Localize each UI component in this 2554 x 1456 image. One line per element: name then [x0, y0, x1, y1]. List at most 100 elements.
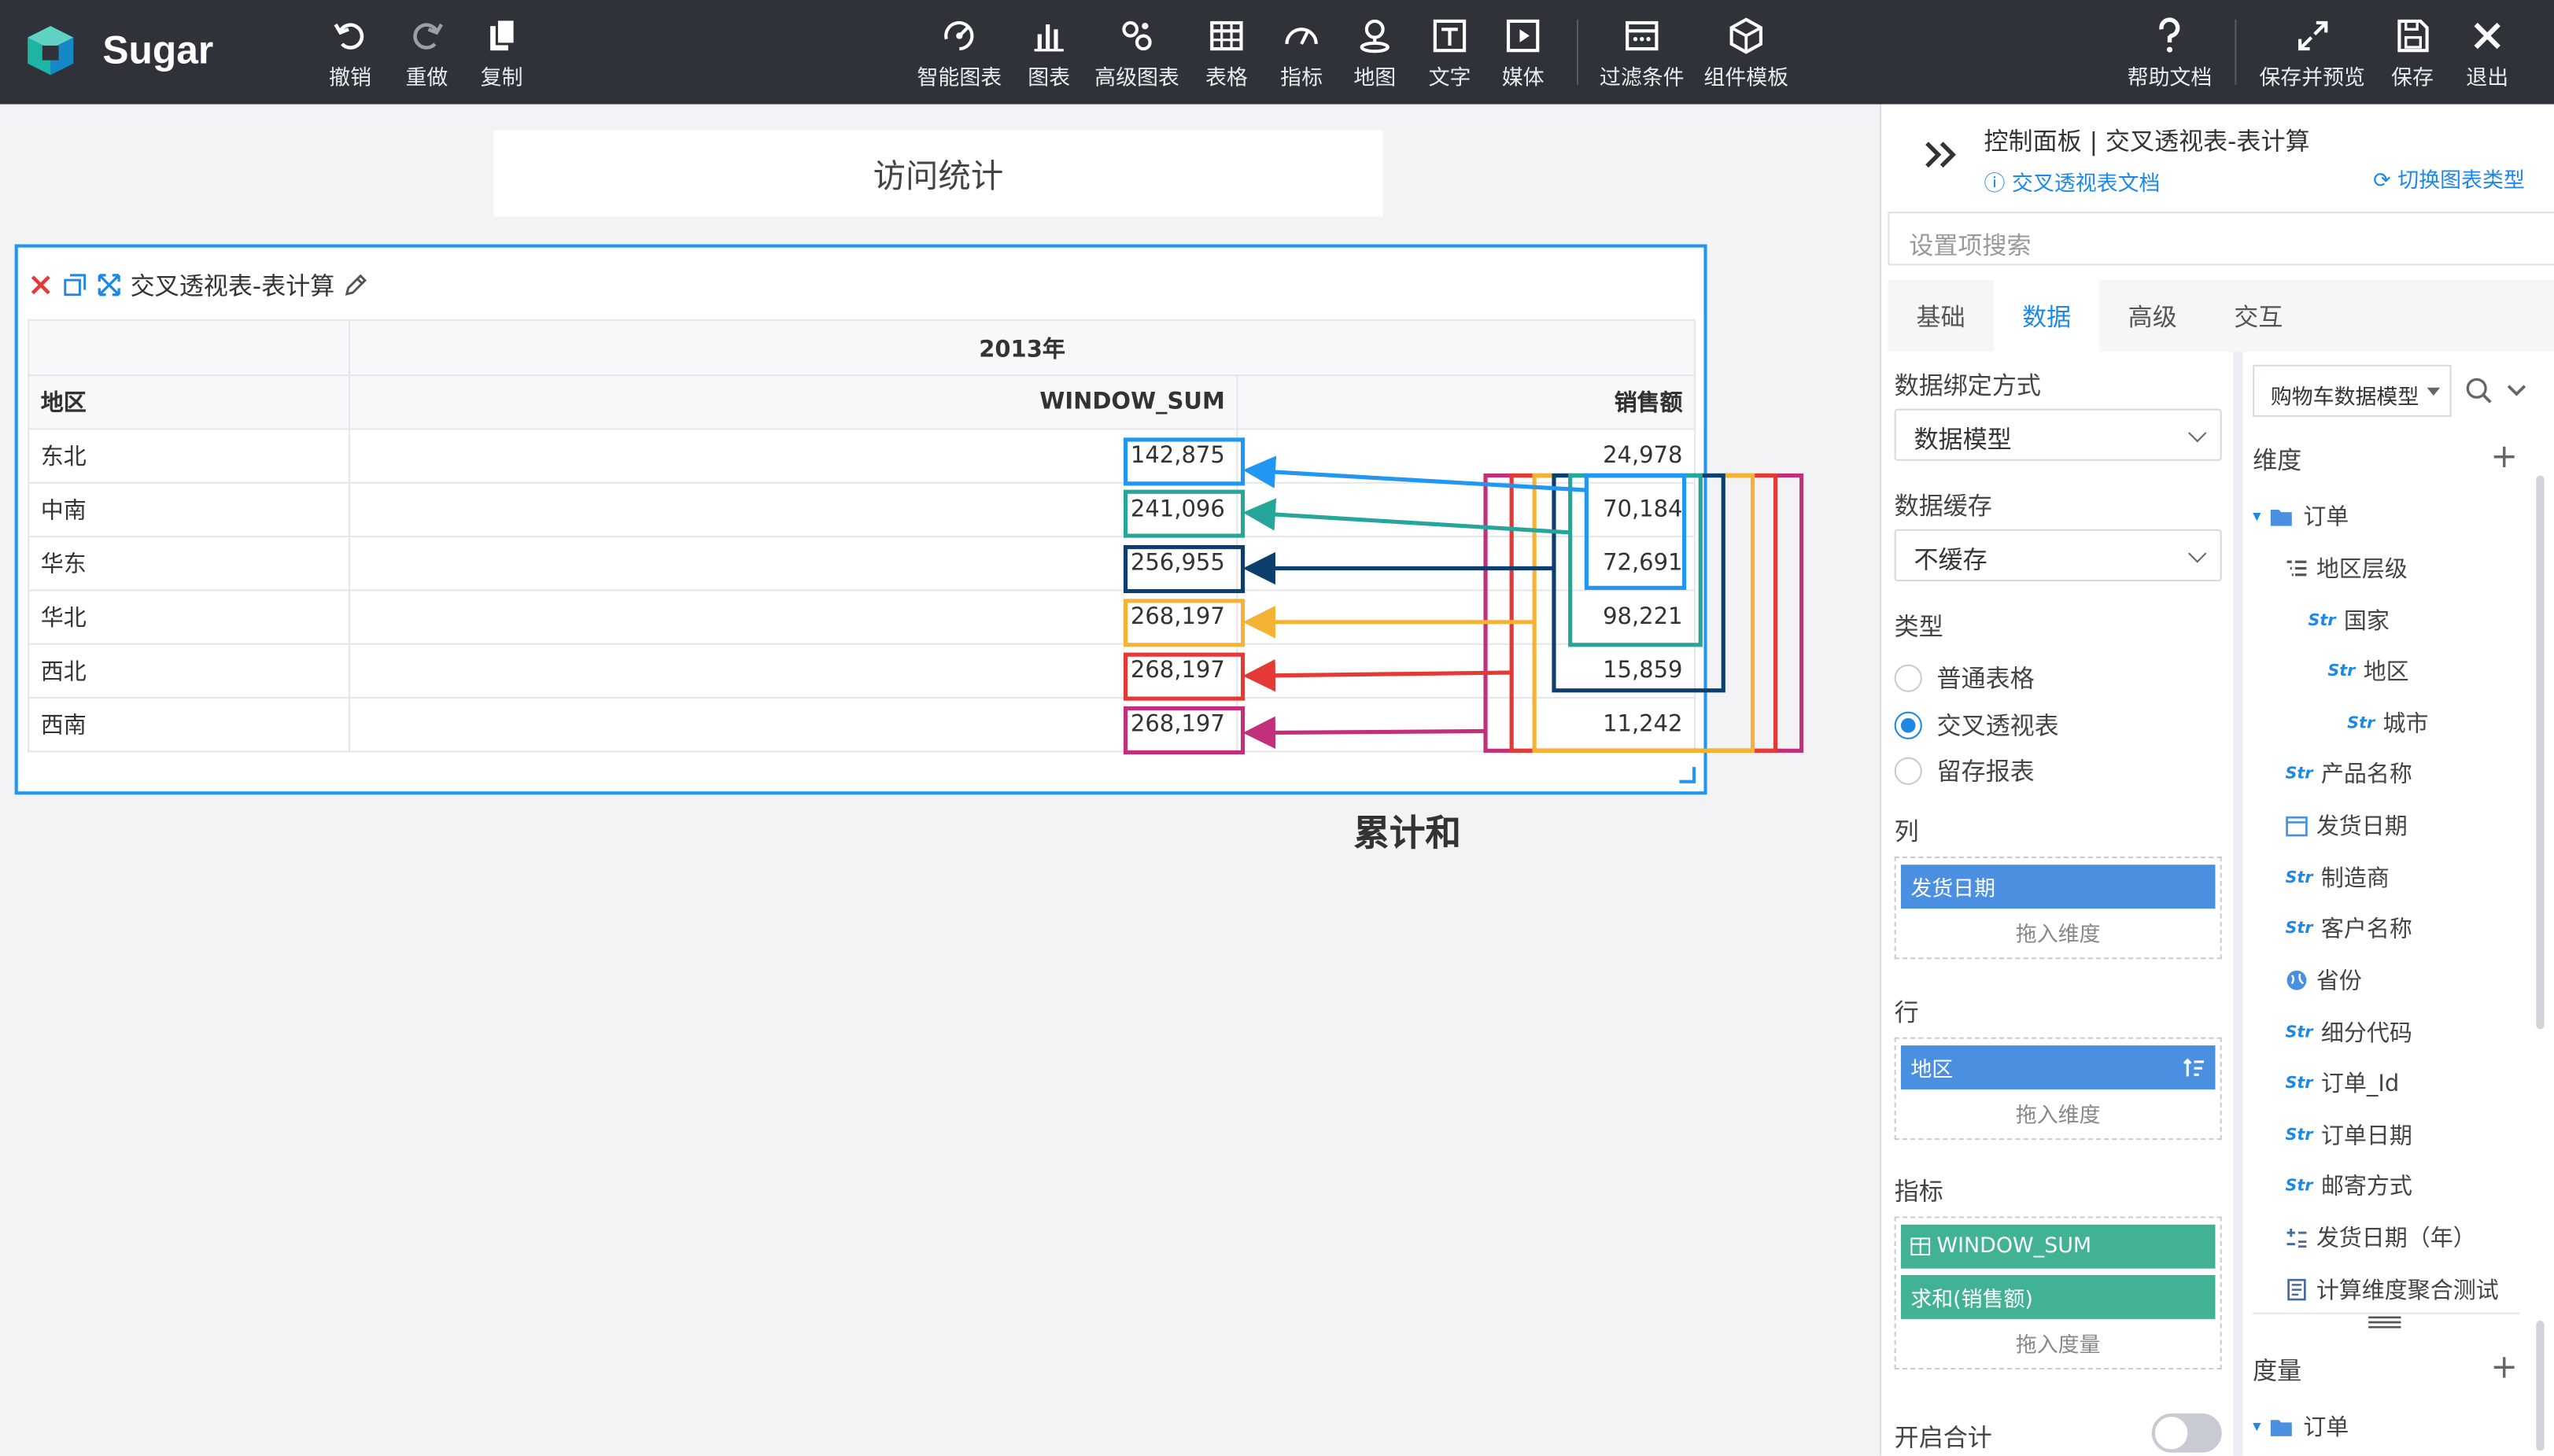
- dimension-section-label: 维度: [2253, 446, 2302, 476]
- highlight-box: [1584, 473, 1687, 590]
- template-icon: [1729, 17, 1762, 54]
- metrics-label: 指标: [1894, 1177, 1943, 1207]
- sort-asc-icon[interactable]: [2183, 1057, 2205, 1080]
- binding-label: 数据绑定方式: [1894, 371, 2041, 401]
- tree-item-calc-dimension-test[interactable]: 计算维度聚合测试: [2285, 1274, 2499, 1306]
- top-toolbar: Sugar 撤销 重做 复制 智能图表 图表 高级图表 表格 指标 地图 文字 …: [0, 0, 2554, 105]
- measure-section-label: 度量: [2253, 1356, 2302, 1386]
- highlight-box: [1552, 473, 1725, 693]
- toolbar-divider: [2235, 19, 2237, 85]
- tree-item-product-name[interactable]: Str 产品名称: [2285, 757, 2412, 790]
- data-model-select[interactable]: 购物车数据模型: [2253, 364, 2452, 417]
- panel-tabs: 基础 数据 高级 交互: [1888, 280, 2311, 352]
- tree-item-country[interactable]: Str 国家: [2308, 604, 2389, 636]
- tree-item-province[interactable]: 省份: [2285, 964, 2362, 997]
- save-preview-button[interactable]: 保存并预览: [2259, 17, 2365, 94]
- tree-item-region-hierarchy[interactable]: 地区层级: [2285, 552, 2408, 584]
- type-radio-normal[interactable]: 普通表格: [1894, 662, 2035, 695]
- undo-button[interactable]: 撤销: [329, 17, 371, 94]
- tab-basic[interactable]: 基础: [1888, 280, 1994, 352]
- smart-chart-button[interactable]: 智能图表: [917, 17, 1002, 94]
- drop-measure-hint: 拖入度量: [2015, 1333, 2101, 1358]
- exit-button[interactable]: 退出: [2466, 17, 2508, 94]
- string-type-icon: Str: [2327, 662, 2356, 680]
- help-label: 帮助文档: [2127, 66, 2213, 91]
- tree-folder-order-measure[interactable]: ▾ 订单: [2253, 1410, 2349, 1443]
- indicator-label: 指标: [1280, 66, 1323, 91]
- advanced-chart-button[interactable]: 高级图表: [1094, 17, 1179, 94]
- toolbar-divider: [1576, 19, 1579, 85]
- tree-item-ship-date-year[interactable]: 发货日期（年）: [2285, 1222, 2476, 1254]
- tree-item-label: 订单_Id: [2320, 1071, 2400, 1098]
- tree-item-label: 制造商: [2320, 866, 2390, 893]
- column-field-chip[interactable]: 发货日期: [1900, 864, 2216, 909]
- chart-button[interactable]: 图表: [1028, 17, 1070, 94]
- add-dimension-icon[interactable]: +: [2490, 437, 2518, 476]
- type-radio-pivot[interactable]: 交叉透视表: [1894, 709, 2059, 743]
- settings-search-input[interactable]: 设置项搜索: [1888, 212, 2554, 266]
- metric-chip-sum-sales[interactable]: 求和(销售额): [1900, 1274, 2216, 1319]
- text-button[interactable]: 文字: [1429, 17, 1471, 94]
- template-button[interactable]: 组件模板: [1703, 17, 1788, 94]
- folder-open-icon: [2270, 1419, 2292, 1436]
- highlight-box: [1123, 489, 1246, 538]
- text-icon: [1433, 19, 1467, 53]
- report-canvas: 访问统计 交叉透视表-表计算 2013年 地区 WINDOW_SUM 销售额 东…: [0, 104, 1880, 1456]
- tree-item-manufacturer[interactable]: Str 制造商: [2285, 861, 2389, 894]
- indicator-button[interactable]: 指标: [1280, 17, 1323, 94]
- columns-dropzone[interactable]: 发货日期 拖入维度: [1894, 856, 2222, 960]
- total-label: 开启合计: [1894, 1423, 1992, 1453]
- cache-select[interactable]: 不缓存: [1894, 529, 2222, 582]
- tree-item-order-id[interactable]: Str 订单_Id: [2285, 1067, 2399, 1099]
- switch-chart-type-link[interactable]: ⟳ 切换图表类型: [2373, 163, 2525, 194]
- table-button[interactable]: 表格: [1205, 17, 1248, 94]
- chevron-down-icon: [2187, 544, 2207, 563]
- metrics-dropzone[interactable]: WINDOW_SUM 求和(销售额) 拖入度量: [1894, 1216, 2222, 1370]
- tree-item-ship-date[interactable]: 发货日期: [2285, 809, 2408, 842]
- media-button[interactable]: 媒体: [1502, 17, 1545, 94]
- pivot-doc-link[interactable]: ⓘ 交叉透视表文档: [1984, 166, 2161, 197]
- tab-advanced[interactable]: 高级: [2099, 280, 2205, 352]
- rows-dropzone[interactable]: 地区 拖入维度: [1894, 1037, 2222, 1141]
- tree-item-label: 发货日期: [2316, 814, 2408, 841]
- tree-item-order-date[interactable]: Str 订单日期: [2285, 1119, 2412, 1151]
- drag-handle-icon[interactable]: [2368, 1314, 2401, 1331]
- redo-button[interactable]: 重做: [405, 17, 448, 94]
- exit-label: 退出: [2466, 66, 2509, 91]
- tab-interaction[interactable]: 交互: [2205, 280, 2312, 352]
- type-radio-retention[interactable]: 留存报表: [1894, 754, 2035, 788]
- tree-item-label: 计算维度聚合测试: [2316, 1278, 2499, 1305]
- metric-chip-window-sum[interactable]: WINDOW_SUM: [1900, 1224, 2216, 1269]
- collapse-panel-icon[interactable]: [1924, 140, 1960, 169]
- metric-chip-label: 求和(销售额): [1910, 1288, 2033, 1313]
- tree-item-ship-mode[interactable]: Str 邮寄方式: [2285, 1169, 2412, 1201]
- binding-select[interactable]: 数据模型: [1894, 408, 2222, 461]
- tree-item-customer-name[interactable]: Str 客户名称: [2285, 912, 2412, 944]
- scrollbar[interactable]: [2536, 1320, 2545, 1451]
- caret-down-icon: [2427, 387, 2441, 396]
- chevron-down-icon[interactable]: [2507, 382, 2526, 399]
- tree-folder-order[interactable]: ▾ 订单: [2253, 500, 2349, 533]
- scrollbar[interactable]: [2536, 475, 2545, 1030]
- tree-item-label: 国家: [2343, 609, 2390, 636]
- tree-item-region[interactable]: Str 地区: [2327, 654, 2408, 687]
- smart-chart-label: 智能图表: [917, 66, 1002, 91]
- row-field-chip[interactable]: 地区: [1900, 1045, 2216, 1089]
- filter-button[interactable]: 过滤条件: [1600, 17, 1685, 94]
- tree-item-segment-code[interactable]: Str 细分代码: [2285, 1016, 2412, 1049]
- highlight-box: [1123, 599, 1246, 647]
- save-button[interactable]: 保存: [2391, 17, 2434, 94]
- tab-data[interactable]: 数据: [1993, 280, 2100, 352]
- search-icon[interactable]: [2464, 376, 2493, 405]
- map-button[interactable]: 地图: [1353, 17, 1396, 94]
- refresh-icon: ⟳: [2373, 169, 2391, 194]
- copy-button[interactable]: 复制: [481, 17, 523, 94]
- calculated-field-icon: [2286, 1228, 2307, 1248]
- advanced-chart-label: 高级图表: [1094, 66, 1179, 91]
- help-button[interactable]: 帮助文档: [2127, 17, 2213, 94]
- add-measure-icon[interactable]: +: [2490, 1347, 2518, 1386]
- save-icon: [2397, 19, 2429, 53]
- total-toggle[interactable]: [2151, 1413, 2222, 1453]
- table-calc-icon: [1910, 1237, 1931, 1256]
- tree-item-city[interactable]: Str 城市: [2347, 706, 2428, 739]
